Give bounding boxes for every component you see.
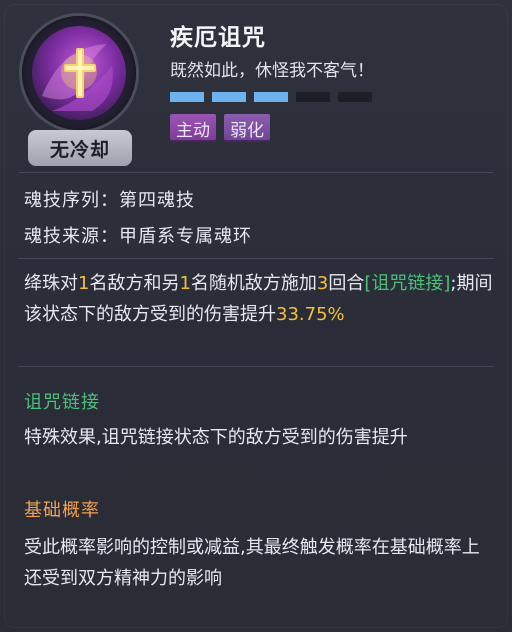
desc-text: 绛珠对	[24, 273, 78, 294]
skill-icon-frame	[22, 16, 136, 130]
level-bar	[212, 92, 246, 102]
skill-source-label: 魂技来源：	[24, 226, 119, 247]
desc-number: 3	[316, 273, 329, 294]
cursed-cross-icon	[32, 26, 126, 120]
desc-number: 1	[78, 273, 90, 294]
level-bar	[254, 92, 288, 102]
divider	[18, 366, 494, 367]
skill-source-row: 魂技来源：甲盾系专属魂环	[24, 222, 252, 248]
divider	[18, 258, 494, 259]
base-chance-title: 基础概率	[24, 500, 100, 521]
skill-source-value: 甲盾系专属魂环	[119, 226, 252, 247]
desc-text: 名随机敌方施加	[190, 273, 317, 294]
curse-link-title: 诅咒链接	[24, 392, 100, 413]
skill-order-label: 魂技序列：	[24, 190, 119, 211]
skill-order-row: 魂技序列：第四魂技	[24, 186, 195, 212]
curse-link-keyword[interactable]: [诅咒链接]	[364, 273, 450, 294]
cooldown-badge: 无冷却	[28, 130, 132, 166]
skill-tooltip-panel: 无冷却 疾厄诅咒 既然如此，休怪我不客气！ 主动 弱化 魂技序列：第四魂技 魂技…	[0, 0, 512, 632]
tag-active: 主动	[170, 114, 216, 142]
skill-level-bars	[170, 92, 372, 102]
skill-order-value: 第四魂技	[119, 190, 195, 211]
skill-quote: 既然如此，休怪我不客气！	[170, 61, 374, 81]
skill-title: 疾厄诅咒	[170, 24, 266, 51]
level-bar	[170, 92, 204, 102]
tag-debuff: 弱化	[224, 114, 270, 142]
level-bar	[338, 92, 372, 102]
skill-tags: 主动 弱化	[170, 114, 270, 142]
divider	[18, 172, 494, 173]
skill-description: 绛珠对1名敌方和另1名随机敌方施加3回合[诅咒链接];期间该状态下的敌方受到的伤…	[24, 268, 494, 330]
level-bar	[296, 92, 330, 102]
desc-percent: 33.75%	[276, 304, 345, 325]
desc-text: 名敌方和另	[89, 273, 180, 294]
desc-number: 1	[179, 273, 191, 294]
desc-text: 回合	[328, 273, 365, 294]
base-chance-text: 受此概率影响的控制或减益,其最终触发概率在基础概率上还受到双方精神力的影响	[24, 537, 480, 589]
curse-link-text: 特殊效果,诅咒链接状态下的敌方受到的伤害提升	[24, 427, 408, 448]
